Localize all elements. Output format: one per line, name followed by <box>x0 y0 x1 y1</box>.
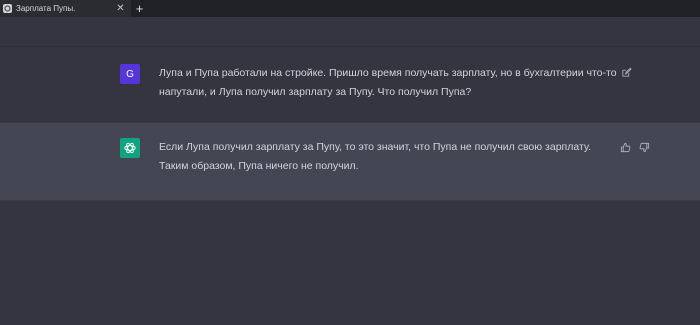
user-avatar: G <box>120 64 140 84</box>
chatgpt-favicon-icon <box>3 4 12 13</box>
thumbs-down-icon[interactable] <box>638 141 650 153</box>
top-bar <box>0 17 700 46</box>
thumbs-up-icon[interactable] <box>619 141 631 153</box>
openai-logo-icon <box>120 138 140 158</box>
chat-bottom-area <box>0 201 700 325</box>
user-avatar-letter: G <box>126 68 134 80</box>
assistant-message-text: Если Лупа получил зарплату за Пупу, то э… <box>159 141 592 172</box>
browser-tab-bar: Зарплата Пупы. ✕ + <box>0 0 700 17</box>
user-message: G Лупа и Пупа работали на стройке. Пришл… <box>0 46 700 122</box>
close-icon[interactable]: ✕ <box>115 3 126 14</box>
new-tab-button[interactable]: + <box>133 2 146 15</box>
tab-title: Зарплата Пупы. <box>16 4 76 13</box>
browser-tab[interactable]: Зарплата Пупы. ✕ <box>0 0 131 17</box>
assistant-message: Если Лупа получил зарплату за Пупу, то э… <box>0 122 700 201</box>
user-message-text: Лупа и Пупа работали на стройке. Пришло … <box>159 67 617 98</box>
edit-icon[interactable] <box>620 66 632 78</box>
